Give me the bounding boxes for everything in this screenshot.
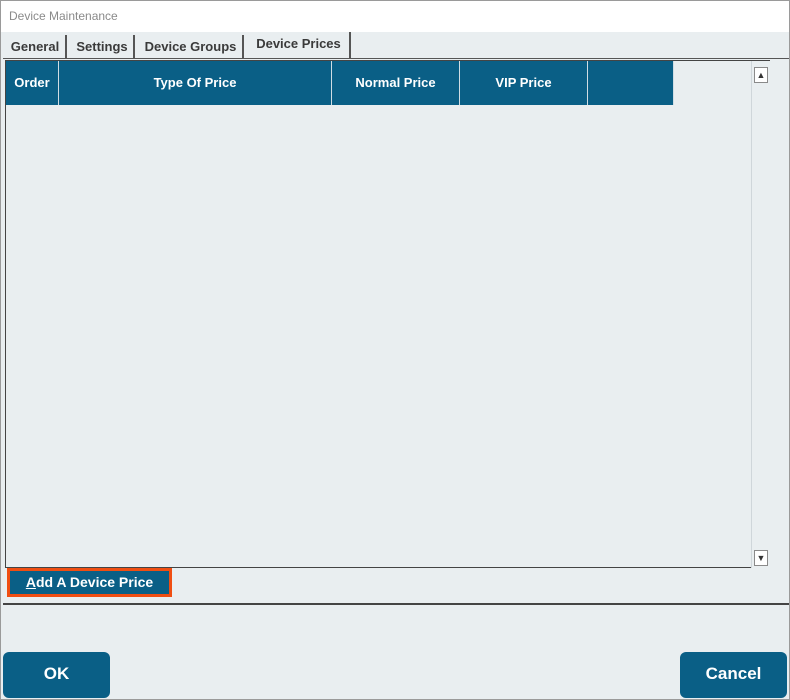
column-header-vip-price[interactable]: VIP Price — [460, 61, 588, 105]
title-bar: Device Maintenance — [1, 1, 789, 32]
device-prices-grid: Order Type Of Price Normal Price VIP Pri… — [5, 60, 770, 568]
grid-header: Order Type Of Price Normal Price VIP Pri… — [6, 61, 674, 105]
window-title: Device Maintenance — [9, 9, 118, 23]
arrow-up-icon[interactable]: ▲ — [754, 67, 768, 83]
tab-device-groups[interactable]: Device Groups — [139, 35, 244, 58]
column-header-type-of-price[interactable]: Type Of Price — [59, 61, 332, 105]
cancel-button[interactable]: Cancel — [680, 652, 787, 698]
add-button-mnemonic: A — [25, 574, 36, 590]
ok-button[interactable]: OK — [3, 652, 110, 698]
device-maintenance-window: Device Maintenance General Settings Devi… — [0, 0, 790, 700]
grid-scrollbar[interactable]: ▲ ▼ — [751, 61, 770, 568]
add-button-label: dd A Device Price — [35, 574, 154, 590]
column-header-normal-price[interactable]: Normal Price — [332, 61, 460, 105]
tab-device-prices[interactable]: Device Prices — [248, 32, 351, 58]
add-device-price-button[interactable]: Add A Device Price — [7, 568, 172, 597]
tab-strip: General Settings Device Groups Device Pr… — [3, 32, 789, 58]
column-header-order[interactable]: Order — [6, 61, 59, 105]
tab-settings[interactable]: Settings — [71, 35, 135, 58]
device-prices-panel: Order Type Of Price Normal Price VIP Pri… — [3, 58, 789, 605]
tab-general[interactable]: General — [5, 35, 67, 58]
column-header-extra[interactable] — [588, 61, 674, 105]
arrow-down-icon[interactable]: ▼ — [754, 550, 768, 566]
